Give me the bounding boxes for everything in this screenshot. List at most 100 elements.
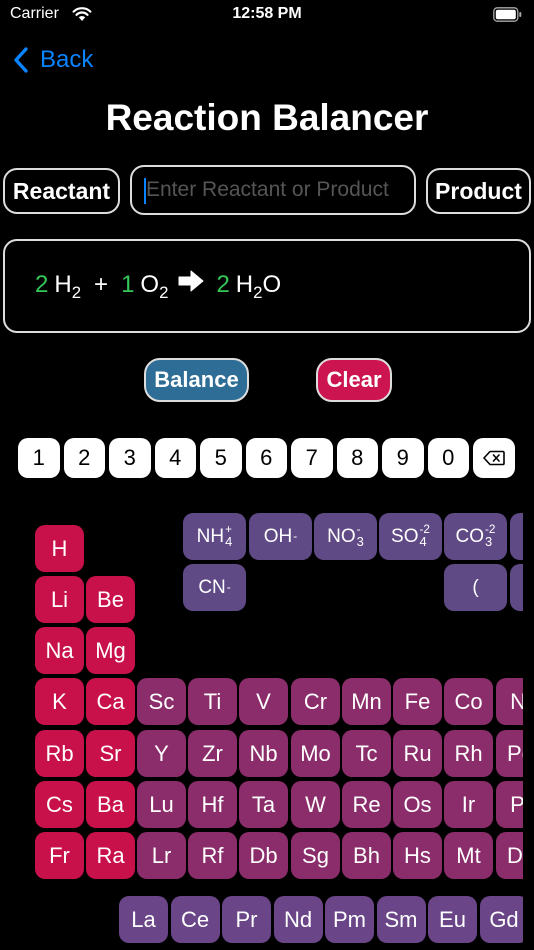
key-0[interactable]: 0 (427, 438, 469, 478)
element-h[interactable]: H (35, 525, 84, 572)
equation-display: 2 H2 + 1 O2 2 H2O (3, 239, 531, 333)
element-fr[interactable]: Fr (35, 832, 84, 879)
polyatomic-ion-button[interactable]: CO -2 3 (444, 513, 507, 560)
ion-charge-stack: +4 (225, 524, 232, 549)
element-pd[interactable]: Pd (496, 730, 523, 777)
element-sc[interactable]: Sc (137, 678, 186, 725)
element-sm[interactable]: Sm (376, 896, 426, 943)
element-mo[interactable]: Mo (291, 730, 340, 777)
polyatomic-ion-button[interactable]: NO -3 (314, 513, 377, 560)
element-hf[interactable]: Hf (188, 781, 237, 828)
element-zr[interactable]: Zr (188, 730, 237, 777)
plus-sign: + (94, 271, 109, 298)
element-w[interactable]: W (291, 781, 340, 828)
element-bh[interactable]: Bh (342, 832, 391, 879)
key-3[interactable]: 3 (109, 438, 151, 478)
element-be[interactable]: Be (86, 576, 135, 623)
key-2[interactable]: 2 (63, 438, 105, 478)
ion-charge-stack: -2 4 (419, 524, 429, 549)
key-5[interactable]: 5 (200, 438, 242, 478)
element-tc[interactable]: Tc (342, 730, 391, 777)
reactant-term: 1 O2 (121, 271, 168, 303)
element-hs[interactable]: Hs (393, 832, 442, 879)
element-ce[interactable]: Ce (170, 896, 220, 943)
element-cs[interactable]: Cs (35, 781, 84, 828)
back-button[interactable]: Back (12, 44, 93, 76)
key-9[interactable]: 9 (382, 438, 424, 478)
coefficient: 2 (216, 271, 230, 298)
element-lr[interactable]: Lr (137, 832, 186, 879)
element-ir[interactable]: Ir (444, 781, 493, 828)
polyatomic-ion-button[interactable]: OH - (249, 513, 312, 560)
product-button[interactable]: Product (426, 168, 531, 214)
element-ba[interactable]: Ba (86, 781, 135, 828)
chevron-left-icon (14, 47, 28, 73)
coefficient: 2 (35, 271, 49, 298)
polyatomic-ion-button[interactable]: SO -2 4 (379, 513, 442, 560)
element-sg[interactable]: Sg (291, 832, 340, 879)
element-mt[interactable]: Mt (444, 832, 493, 879)
element-re[interactable]: Re (342, 781, 391, 828)
element-fe[interactable]: Fe (393, 678, 442, 725)
element-la[interactable]: La (119, 896, 168, 943)
clock-label: 12:58 PM (232, 5, 302, 22)
element-nd[interactable]: Nd (273, 896, 323, 943)
status-bar: Carrier 12:58 PM (0, 0, 534, 30)
element-pt[interactable]: Pt (496, 781, 523, 828)
element-ta[interactable]: Ta (239, 781, 288, 828)
element-gd[interactable]: Gd (479, 896, 523, 943)
element-mg[interactable]: Mg (86, 627, 135, 674)
formula-subscript: 2 (159, 282, 169, 302)
element-rb[interactable]: Rb (35, 730, 84, 777)
element-ra[interactable]: Ra (86, 832, 135, 879)
element-pr[interactable]: Pr (222, 896, 271, 943)
formula-symbol: H (54, 271, 72, 298)
element-pm[interactable]: Pm (325, 896, 374, 943)
element-cr[interactable]: Cr (291, 678, 340, 725)
key-8[interactable]: 8 (336, 438, 378, 478)
ion-formula: CN (198, 576, 226, 598)
balance-button[interactable]: Balance (144, 358, 249, 402)
reactant-product-input[interactable] (130, 165, 416, 215)
ion-subscript: 3 (485, 533, 493, 549)
key-6[interactable]: 6 (245, 438, 287, 478)
delete-key[interactable] (473, 438, 515, 478)
element-ru[interactable]: Ru (393, 730, 442, 777)
ion-subscript: 4 (225, 533, 233, 549)
formula-symbol: O (262, 271, 282, 298)
element-db[interactable]: Db (239, 832, 288, 879)
key-7[interactable]: 7 (291, 438, 333, 478)
element-ds[interactable]: Ds (496, 832, 523, 879)
number-keypad: 1 2 3 4 5 6 7 8 9 0 (18, 438, 515, 478)
element-co[interactable]: Co (444, 678, 493, 725)
polyatomic-ion-button[interactable] (510, 513, 523, 560)
element-k[interactable]: K (35, 678, 84, 725)
element-li[interactable]: Li (35, 576, 84, 623)
clear-button[interactable]: Clear (316, 358, 392, 402)
element-ni[interactable]: Ni (496, 678, 523, 725)
element-rf[interactable]: Rf (188, 832, 237, 879)
key-1[interactable]: 1 (18, 438, 60, 478)
polyatomic-ion-button[interactable]: ( (444, 564, 507, 611)
element-eu[interactable]: Eu (428, 896, 477, 943)
polyatomic-ion-button[interactable]: CN - (183, 564, 246, 611)
element-os[interactable]: Os (393, 781, 442, 828)
key-4[interactable]: 4 (154, 438, 196, 478)
element-sr[interactable]: Sr (86, 730, 135, 777)
element-nb[interactable]: Nb (239, 730, 288, 777)
ion-subscript: 3 (356, 533, 364, 549)
element-ca[interactable]: Ca (86, 678, 135, 725)
element-na[interactable]: Na (35, 627, 84, 674)
element-rh[interactable]: Rh (444, 730, 493, 777)
reactant-button[interactable]: Reactant (3, 168, 120, 214)
back-label: Back (40, 46, 94, 73)
polyatomic-ion-button[interactable] (510, 564, 523, 611)
element-v[interactable]: V (239, 678, 288, 725)
element-lu[interactable]: Lu (137, 781, 186, 828)
element-y[interactable]: Y (137, 730, 186, 777)
battery-icon (493, 7, 522, 22)
element-mn[interactable]: Mn (342, 678, 391, 725)
ion-charge: - (226, 580, 231, 594)
element-ti[interactable]: Ti (188, 678, 237, 725)
polyatomic-ion-button[interactable]: NH +4 (183, 513, 246, 560)
